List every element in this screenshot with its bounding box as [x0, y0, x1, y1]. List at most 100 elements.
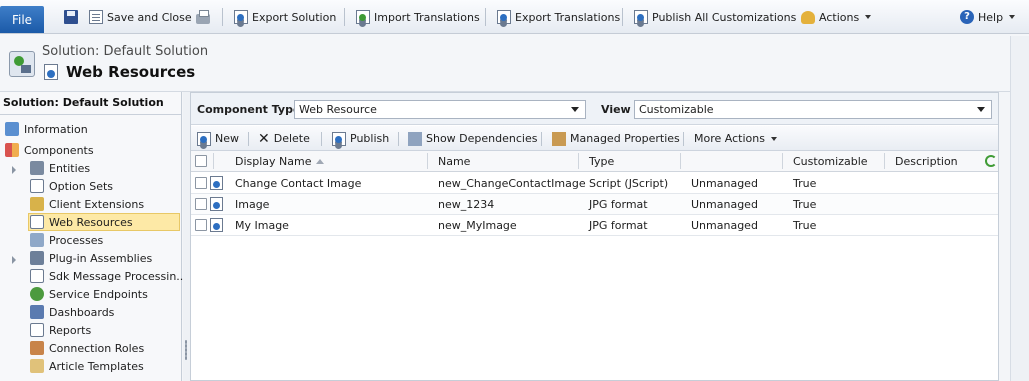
column-header-display-name[interactable]: Display Name — [235, 155, 324, 168]
row-checkbox[interactable] — [195, 177, 207, 189]
sidebar-item-label: Information — [24, 122, 88, 136]
table-row[interactable]: Image new_1234 JPG format Unmanaged True — [191, 194, 998, 215]
pane-splitter[interactable] — [183, 92, 190, 381]
component-type-value: Web Resource — [299, 103, 377, 116]
ribbon-divider — [485, 8, 486, 26]
sidebar-item-service-endpoints[interactable]: Service Endpoints — [30, 285, 148, 303]
sidebar-item-reports[interactable]: Reports — [30, 321, 91, 339]
sidebar-item-information[interactable]: Information — [5, 120, 88, 138]
row-checkbox[interactable] — [195, 219, 207, 231]
sidebar-title: Solution: Default Solution — [3, 96, 164, 109]
more-actions-button[interactable]: More Actions — [694, 130, 777, 147]
information-icon — [5, 122, 19, 136]
file-button[interactable]: File — [0, 6, 44, 33]
command-divider — [683, 132, 684, 146]
sidebar-item-processes[interactable]: Processes — [30, 231, 103, 249]
refresh-icon[interactable] — [985, 155, 997, 167]
publish-icon — [332, 131, 346, 146]
ribbon-divider — [622, 8, 623, 26]
row-checkbox[interactable] — [195, 198, 207, 210]
solution-sidebar: Solution: Default Solution Information C… — [0, 92, 187, 381]
sidebar-item-option-sets[interactable]: Option Sets — [30, 177, 113, 195]
sidebar-item-label: Entities — [49, 161, 91, 175]
save-and-close-button[interactable]: Save and Close — [89, 7, 192, 27]
column-header-type[interactable]: Type — [589, 155, 614, 168]
view-label: View — [601, 103, 631, 116]
sidebar-item-label: Components — [24, 143, 94, 157]
dependencies-icon — [408, 131, 422, 146]
cell-managed-state: Unmanaged — [691, 198, 758, 211]
command-divider — [541, 132, 542, 146]
column-header-description[interactable]: Description — [895, 155, 958, 168]
column-divider — [578, 153, 579, 169]
sidebar-item-components[interactable]: Components — [5, 141, 94, 159]
new-button[interactable]: New — [197, 130, 239, 147]
import-translations-label: Import Translations — [374, 10, 480, 24]
sidebar-item-article-templates[interactable]: Article Templates — [30, 357, 144, 375]
show-dependencies-button[interactable]: Show Dependencies — [408, 130, 537, 147]
expand-arrow-icon[interactable] — [12, 166, 16, 174]
web-resource-icon — [210, 176, 223, 190]
publish-all-button[interactable]: Publish All Customizations — [634, 7, 796, 27]
export-translations-label: Export Translations — [515, 10, 621, 24]
managed-properties-label: Managed Properties — [570, 132, 680, 145]
import-translations-button[interactable]: Import Translations — [356, 7, 480, 27]
entities-icon — [30, 161, 44, 175]
managed-properties-button[interactable]: Managed Properties — [552, 130, 680, 147]
sidebar-item-label: Web Resources — [49, 215, 133, 229]
table-row[interactable]: Change Contact Image new_ChangeContactIm… — [191, 173, 998, 194]
view-value: Customizable — [639, 103, 714, 116]
column-header-customizable[interactable]: Customizable — [793, 155, 868, 168]
sidebar-item-label: Processes — [49, 233, 104, 247]
export-solution-button[interactable]: Export Solution — [234, 7, 336, 27]
web-resources-panel: Component Type Web Resource View Customi… — [190, 92, 999, 381]
sidebar-item-label: Dashboards — [49, 305, 115, 319]
sidebar-item-label: Plug-in Assemblies — [49, 251, 153, 265]
command-divider — [248, 132, 249, 146]
sidebar-item-client-extensions[interactable]: Client Extensions — [30, 195, 144, 213]
window-scrollbar[interactable] — [1010, 36, 1029, 381]
components-icon — [5, 143, 19, 157]
cell-type: JPG format — [589, 219, 648, 232]
sidebar-item-plugin-assemblies[interactable]: Plug-in Assemblies — [30, 249, 152, 267]
actions-label: Actions — [819, 10, 860, 24]
splitter-grip[interactable] — [185, 340, 187, 360]
new-icon — [197, 131, 211, 146]
sidebar-item-sdk-message-processing[interactable]: Sdk Message Processin... — [30, 267, 187, 285]
expand-arrow-icon[interactable] — [12, 256, 16, 264]
sidebar-divider — [0, 114, 181, 115]
cell-type: Script (JScript) — [589, 177, 669, 190]
publish-all-label: Publish All Customizations — [652, 10, 797, 24]
column-divider — [884, 153, 885, 169]
save-and-close-label: Save and Close — [107, 10, 192, 24]
help-menu-button[interactable]: ? Help — [960, 7, 1016, 27]
sidebar-item-dashboards[interactable]: Dashboards — [30, 303, 114, 321]
component-type-select[interactable]: Web Resource — [294, 100, 586, 119]
sidebar-item-label: Option Sets — [49, 179, 114, 193]
publish-button[interactable]: Publish — [332, 130, 389, 147]
sdk-message-icon — [30, 269, 44, 283]
plugin-assemblies-icon — [30, 251, 44, 265]
print-button[interactable] — [196, 7, 210, 27]
save-button[interactable] — [64, 7, 78, 27]
column-divider — [680, 153, 681, 169]
export-translations-button[interactable]: Export Translations — [497, 7, 620, 27]
sidebar-item-entities[interactable]: Entities — [30, 159, 90, 177]
web-resource-icon — [44, 64, 58, 80]
export-solution-label: Export Solution — [252, 10, 337, 24]
view-select[interactable]: Customizable — [634, 100, 992, 119]
chevron-down-icon — [977, 107, 985, 112]
delete-button[interactable]: ✕ Delete — [258, 130, 310, 147]
export-translations-icon — [497, 10, 511, 24]
sidebar-item-label: Article Templates — [49, 359, 144, 373]
actions-menu-button[interactable]: Actions — [801, 7, 872, 27]
sidebar-item-label: Client Extensions — [49, 197, 145, 211]
command-divider — [321, 132, 322, 146]
column-divider — [782, 153, 783, 169]
sidebar-item-web-resources[interactable]: Web Resources — [28, 213, 180, 231]
table-row[interactable]: My Image new_MyImage JPG format Unmanage… — [191, 215, 998, 236]
select-all-checkbox[interactable] — [195, 155, 207, 167]
column-header-name[interactable]: Name — [438, 155, 470, 168]
page-title: Web Resources — [66, 63, 196, 81]
sidebar-item-connection-roles[interactable]: Connection Roles — [30, 339, 144, 357]
